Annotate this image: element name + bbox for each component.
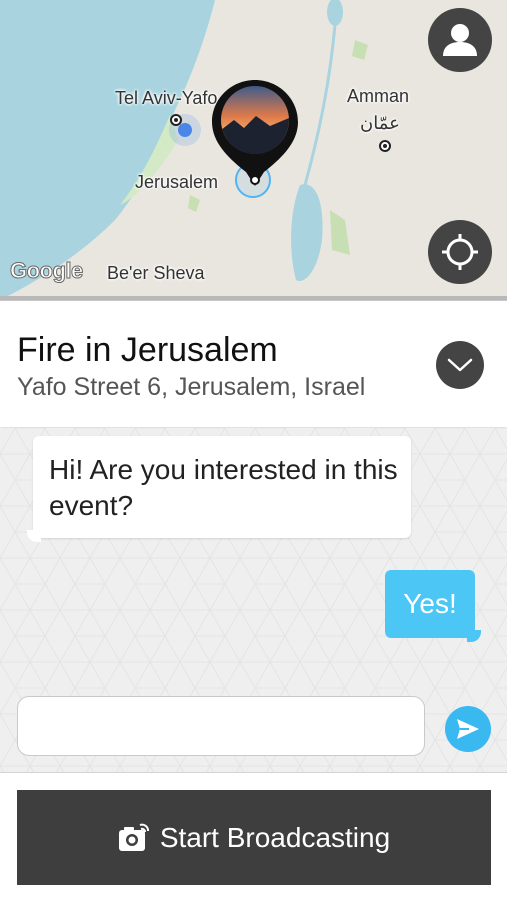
outgoing-message: Yes! bbox=[385, 570, 481, 642]
send-icon bbox=[457, 719, 479, 739]
event-pin-icon[interactable] bbox=[212, 80, 298, 190]
person-icon bbox=[443, 24, 477, 56]
map-label-amman: Amman bbox=[347, 86, 410, 106]
map-view[interactable]: Tel Aviv-Yafo Amman عمّان Jerusalem Goog… bbox=[0, 0, 507, 300]
event-header: Fire in Jerusalem Yafo Street 6, Jerusal… bbox=[0, 300, 507, 427]
chevron-down-icon bbox=[447, 358, 473, 372]
expand-button[interactable] bbox=[436, 341, 484, 389]
map-label-jerusalem: Jerusalem bbox=[135, 172, 219, 192]
incoming-message-text: Hi! Are you interested in this event? bbox=[49, 454, 398, 521]
footer-bar: Start Broadcasting bbox=[0, 772, 507, 901]
amman-marker bbox=[379, 140, 391, 152]
start-broadcasting-button[interactable]: Start Broadcasting bbox=[17, 790, 491, 885]
profile-button[interactable] bbox=[428, 8, 492, 72]
send-button[interactable] bbox=[445, 706, 491, 752]
camera-icon bbox=[118, 823, 150, 853]
message-input[interactable] bbox=[17, 696, 425, 756]
outgoing-message-text: Yes! bbox=[403, 588, 457, 619]
event-address: Yafo Street 6, Jerusalem, Israel bbox=[17, 373, 366, 401]
chat-area[interactable]: Hi! Are you interested in this event? Ye… bbox=[0, 428, 507, 772]
incoming-message: Hi! Are you interested in this event? bbox=[27, 436, 411, 542]
tel-aviv-marker bbox=[170, 114, 182, 126]
crosshair-icon bbox=[442, 234, 478, 270]
google-logo: Google bbox=[10, 258, 84, 284]
map-label-beer-sheva: Be'er Sheva bbox=[107, 263, 205, 283]
start-broadcasting-label: Start Broadcasting bbox=[159, 821, 391, 853]
map-label-tel-aviv: Tel Aviv-Yafo bbox=[115, 88, 218, 108]
map-label-amman-arabic: عمّان bbox=[360, 113, 400, 133]
locate-me-button[interactable] bbox=[428, 220, 492, 284]
event-title: Fire in Jerusalem bbox=[17, 331, 278, 369]
